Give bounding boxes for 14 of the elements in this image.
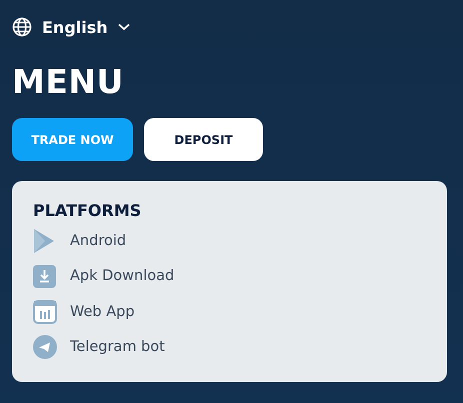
play-icon	[33, 228, 55, 254]
chart-window-icon	[33, 300, 57, 324]
chevron-down-icon[interactable]	[118, 23, 130, 31]
language-selector[interactable]: English	[42, 18, 108, 36]
platforms-heading: PLATFORMS	[33, 201, 142, 220]
deposit-button[interactable]: DEPOSIT	[144, 118, 263, 161]
platform-link[interactable]: Apk Download	[70, 268, 174, 284]
platform-link[interactable]: Android	[70, 232, 126, 249]
platform-link[interactable]: Telegram bot	[70, 339, 165, 356]
menu-title: MENU	[12, 62, 125, 102]
globe-icon	[12, 17, 32, 37]
platform-link[interactable]: Web App	[70, 304, 135, 320]
download-icon	[33, 264, 56, 288]
telegram-icon	[33, 335, 57, 360]
